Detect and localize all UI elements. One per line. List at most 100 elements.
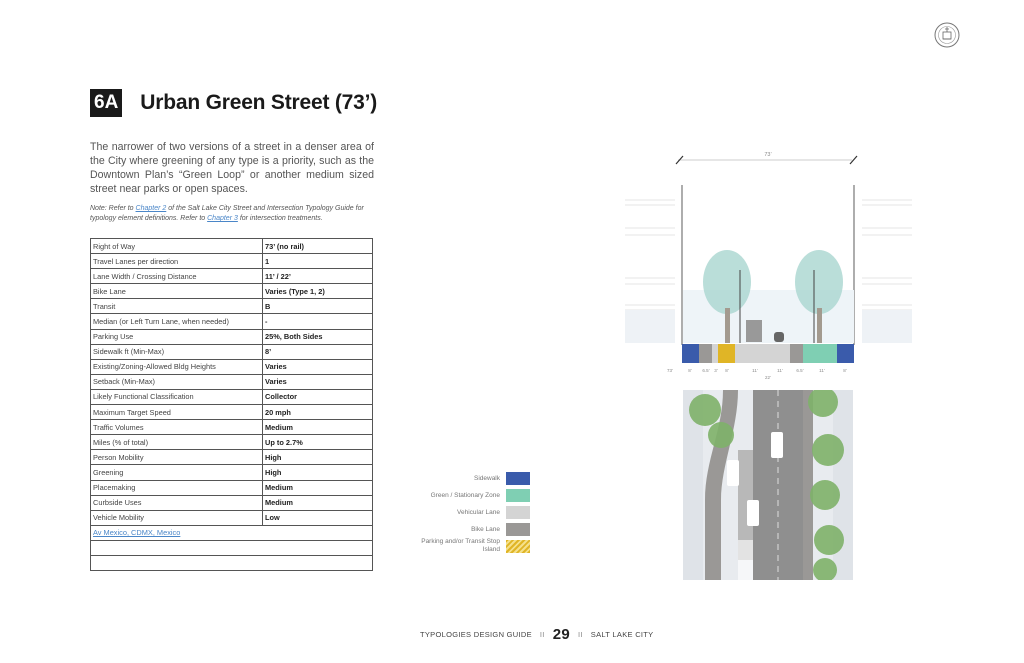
- spec-value: Medium: [262, 479, 373, 496]
- spec-label: Maximum Target Speed: [90, 404, 263, 421]
- table-row: Existing/Zoning-Allowed Bldg Heights Vari…: [90, 358, 373, 375]
- legend-swatch: [506, 539, 530, 553]
- legend-item: Vehicular Lane: [410, 506, 530, 519]
- spec-value: 25%, Both Sides: [262, 328, 373, 345]
- spec-value: Medium: [262, 419, 373, 436]
- spec-value: Varies (Type 1, 2): [262, 283, 373, 300]
- legend-item: Green / Stationary Zone: [410, 489, 530, 502]
- chapter-3-link[interactable]: Chapter 3: [207, 215, 238, 222]
- example-location-link[interactable]: Av Mexico, CDMX, Mexico: [90, 524, 373, 541]
- legend-swatch: [506, 472, 530, 485]
- spec-value: 8’: [262, 343, 373, 360]
- spec-label: Person Mobility: [90, 449, 263, 466]
- page-number: 29: [552, 626, 570, 643]
- page-title: Urban Green Street (73’): [140, 91, 378, 114]
- spec-label: Setback (Min-Max): [90, 373, 263, 390]
- table-row: Miles (% of total) Up to 2.7%: [90, 434, 373, 451]
- typology-description: The narrower of two versions of a street…: [90, 141, 374, 195]
- dim-total: 73’: [667, 368, 673, 373]
- spec-label: Traffic Volumes: [90, 419, 263, 436]
- table-row: [90, 539, 373, 556]
- dim-6: 11’: [777, 368, 783, 373]
- legend-label: Bike Lane: [471, 525, 500, 533]
- table-row: Curbside Uses Medium: [90, 494, 373, 511]
- spec-value: B: [262, 298, 373, 315]
- table-row: Median (or Left Turn Lane, when needed) -: [90, 313, 373, 330]
- city-seal-icon: [934, 22, 960, 48]
- street-plan-view: [683, 390, 853, 580]
- spec-label: Sidewalk ft (Min-Max): [90, 343, 263, 360]
- dim-1: 8’: [688, 368, 692, 373]
- table-row: Traffic Volumes Medium: [90, 419, 373, 436]
- street-cross-section: 73’ 73’ 8’ 6.5’ 3’ 8’ 11’ 11’ 6.5’ 11’ 8…: [625, 152, 912, 380]
- spec-value: High: [262, 464, 373, 481]
- dim-4: 8’: [725, 368, 729, 373]
- lane-strip: [682, 344, 854, 363]
- spec-value: Up to 2.7%: [262, 434, 373, 451]
- dim-9: 8’: [843, 368, 847, 373]
- vehicle-truck: [746, 320, 762, 342]
- table-row: Bike Lane Varies (Type 1, 2): [90, 283, 373, 300]
- footer-guide-title: TYPOLOGIES DESIGN GUIDE: [420, 630, 532, 639]
- row-width-label: 73’: [764, 152, 771, 158]
- spec-label: Median (or Left Turn Lane, when needed): [90, 313, 263, 330]
- table-row: Lane Width / Crossing Distance 11’ / 22’: [90, 268, 373, 285]
- spec-value: 73’ (no rail): [262, 237, 373, 255]
- footer-separator: II: [578, 630, 583, 639]
- legend-label: Sidewalk: [473, 474, 500, 482]
- table-row: Likely Functional Classification Collecto…: [90, 388, 373, 406]
- chapter-2-link[interactable]: Chapter 2: [136, 205, 167, 212]
- table-row: Right of Way 73’ (no rail): [90, 237, 373, 255]
- spec-value: 20 mph: [262, 404, 373, 421]
- typology-spec-table: Right of Way 73’ (no rail) Travel Lanes pe…: [90, 237, 373, 572]
- table-row: Person Mobility High: [90, 449, 373, 466]
- spec-label: Greening: [90, 464, 263, 481]
- table-row: Vehicle Mobility Low: [90, 509, 373, 526]
- legend-label: Parking and/or Transit Stop Island: [421, 538, 500, 553]
- spec-label: Placemaking: [90, 479, 263, 496]
- table-row: Maximum Target Speed 20 mph: [90, 404, 373, 421]
- reference-note: Note: Refer to Chapter 2 of the Salt Lak…: [90, 204, 374, 224]
- footer-city: SALT LAKE CITY: [590, 630, 654, 639]
- note-prefix: Note: Refer to: [90, 205, 136, 212]
- legend-swatch: [506, 523, 530, 536]
- spec-value: Low: [262, 509, 373, 526]
- crossing-distance-label: 22’: [765, 375, 771, 380]
- typology-badge: 6A: [90, 89, 123, 117]
- dim-5: 11’: [752, 368, 758, 373]
- spec-value: 1: [262, 253, 373, 270]
- legend-label: Vehicular Lane: [456, 508, 500, 516]
- empty-cell: [90, 539, 373, 556]
- table-row: [90, 554, 373, 572]
- spec-label: Likely Functional Classification: [90, 388, 263, 406]
- dim-3: 3’: [714, 368, 718, 373]
- legend-item: Bike Lane: [410, 523, 530, 536]
- dim-7: 6.5’: [796, 368, 803, 373]
- footer-separator: II: [539, 630, 545, 639]
- table-row: Setback (Min-Max) Varies: [90, 373, 373, 390]
- spec-label: Travel Lanes per direction: [90, 253, 263, 270]
- dim-8: 11’: [819, 368, 825, 373]
- table-row: Greening High: [90, 464, 373, 481]
- spec-value: Varies: [262, 358, 373, 375]
- spec-label: Transit: [90, 298, 263, 315]
- spec-label: Bike Lane: [90, 283, 263, 300]
- vehicle-car: [774, 332, 784, 342]
- table-row: Travel Lanes per direction 1: [90, 253, 373, 270]
- spec-label: Vehicle Mobility: [90, 509, 263, 526]
- spec-label: Existing/Zoning-Allowed Bldg Heights: [90, 358, 263, 375]
- note-suffix: for intersection treatments.: [237, 215, 323, 222]
- spec-value: Medium: [262, 494, 373, 511]
- spec-value: -: [262, 313, 373, 330]
- table-row: Placemaking Medium: [90, 479, 373, 496]
- legend-label: Green / Stationary Zone: [430, 491, 500, 499]
- spec-value: Collector: [262, 388, 373, 406]
- spec-label: Lane Width / Crossing Distance: [90, 268, 263, 285]
- table-row: Sidewalk ft (Min-Max) 8’: [90, 343, 373, 360]
- legend-swatch: [506, 489, 530, 502]
- page-footer: TYPOLOGIES DESIGN GUIDE II 29 II SALT LA…: [420, 626, 653, 643]
- spec-label: Curbside Uses: [90, 494, 263, 511]
- empty-cell: [90, 554, 373, 572]
- table-row: Transit B: [90, 298, 373, 315]
- spec-value: Varies: [262, 373, 373, 390]
